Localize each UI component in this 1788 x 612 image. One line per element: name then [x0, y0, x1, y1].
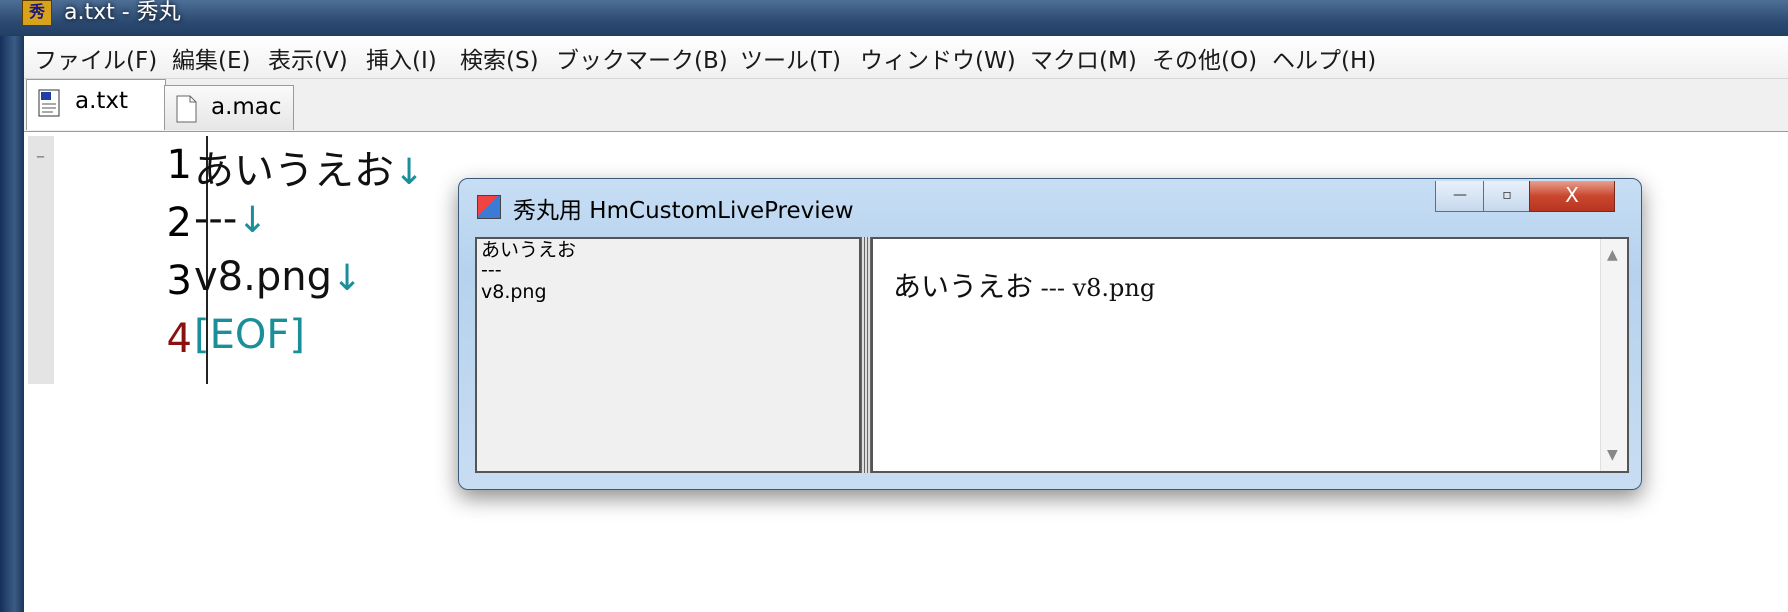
tab-label: a.mac — [211, 94, 282, 120]
line-number-gutter: 1 2 3 4 — [54, 136, 208, 384]
line-text: v8.png — [194, 254, 332, 300]
line-number: 2 — [166, 200, 192, 246]
code-line[interactable]: [EOF] — [194, 312, 305, 358]
blank-document-icon — [176, 95, 197, 123]
menu-insert[interactable]: 挿入(I) — [366, 41, 437, 75]
minimize-icon: — — [1453, 187, 1467, 203]
live-preview-window[interactable]: 秀丸用 HmCustomLivePreview — ▫ X あいうえお --- … — [458, 178, 1642, 490]
vertical-scrollbar[interactable]: ▲ ▼ — [1600, 239, 1627, 471]
hidemaru-app-icon[interactable]: 秀 — [22, 0, 52, 26]
line-number: 1 — [166, 142, 192, 188]
fold-marker[interactable]: – — [36, 146, 45, 167]
menu-file[interactable]: ファイル(F) — [34, 41, 157, 75]
preview-app-icon[interactable] — [477, 195, 501, 219]
window-titlebar[interactable]: 秀 a.txt - 秀丸 — [0, 0, 1788, 36]
scroll-up-icon[interactable]: ▲ — [1607, 247, 1618, 263]
menu-tools[interactable]: ツール(T) — [740, 41, 841, 75]
source-pane[interactable]: あいうえお --- v8.png — [475, 237, 861, 473]
source-line: --- — [481, 259, 502, 281]
pane-splitter[interactable] — [861, 237, 871, 473]
code-line[interactable]: v8.png↓ — [194, 254, 362, 300]
menu-help[interactable]: ヘルプ(H) — [1272, 41, 1376, 75]
tab-a-mac[interactable]: a.mac — [164, 85, 294, 130]
preview-pane[interactable]: あいうえお --- v8.png ▲ ▼ — [871, 237, 1629, 473]
maximize-icon: ▫ — [1502, 187, 1512, 203]
preview-content: あいうえお --- v8.png — [893, 265, 1155, 305]
newline-mark: ↓ — [237, 200, 268, 241]
menu-window[interactable]: ウィンドウ(W) — [860, 41, 1016, 75]
window-controls: — ▫ X — [1435, 179, 1637, 215]
code-line[interactable]: あいうえお↓ — [194, 138, 424, 196]
close-icon: X — [1565, 183, 1579, 207]
newline-mark: ↓ — [331, 258, 363, 299]
line-number-current: 4 — [166, 316, 192, 362]
window-left-border — [0, 36, 24, 612]
menu-other[interactable]: その他(O) — [1152, 41, 1257, 75]
eof-marker: [EOF] — [194, 312, 305, 358]
newline-mark: ↓ — [394, 152, 425, 193]
preview-main-text: あいうえお — [893, 270, 1034, 303]
menu-view[interactable]: 表示(V) — [268, 41, 348, 75]
code-line[interactable]: ---↓ — [194, 196, 267, 242]
preview-rest-text: --- v8.png — [1033, 274, 1156, 302]
line-text: --- — [194, 196, 238, 242]
text-document-icon — [38, 89, 60, 117]
dialog-title: 秀丸用 HmCustomLivePreview — [513, 198, 854, 224]
maximize-button[interactable]: ▫ — [1483, 181, 1531, 212]
menu-macro[interactable]: マクロ(M) — [1030, 41, 1137, 75]
source-line: v8.png — [481, 281, 547, 303]
menu-search[interactable]: 検索(S) — [460, 41, 539, 75]
minimize-button[interactable]: — — [1435, 181, 1485, 212]
tab-a-txt[interactable]: a.txt — [26, 79, 166, 130]
line-number: 3 — [166, 258, 192, 304]
fold-gutter[interactable]: – — [28, 136, 54, 384]
menu-bar: ファイル(F) 編集(E) 表示(V) 挿入(I) 検索(S) ブックマーク(B… — [24, 36, 1788, 79]
tab-label: a.txt — [75, 88, 129, 114]
menu-edit[interactable]: 編集(E) — [172, 41, 250, 75]
source-line: あいうえお — [481, 239, 577, 261]
close-button[interactable]: X — [1529, 181, 1615, 212]
scroll-down-icon[interactable]: ▼ — [1607, 447, 1618, 463]
menu-bookmark[interactable]: ブックマーク(B) — [556, 41, 728, 75]
window-title: a.txt - 秀丸 — [64, 0, 181, 25]
line-text: あいうえお — [194, 148, 394, 194]
tab-strip: a.txt a.mac — [24, 79, 1788, 132]
